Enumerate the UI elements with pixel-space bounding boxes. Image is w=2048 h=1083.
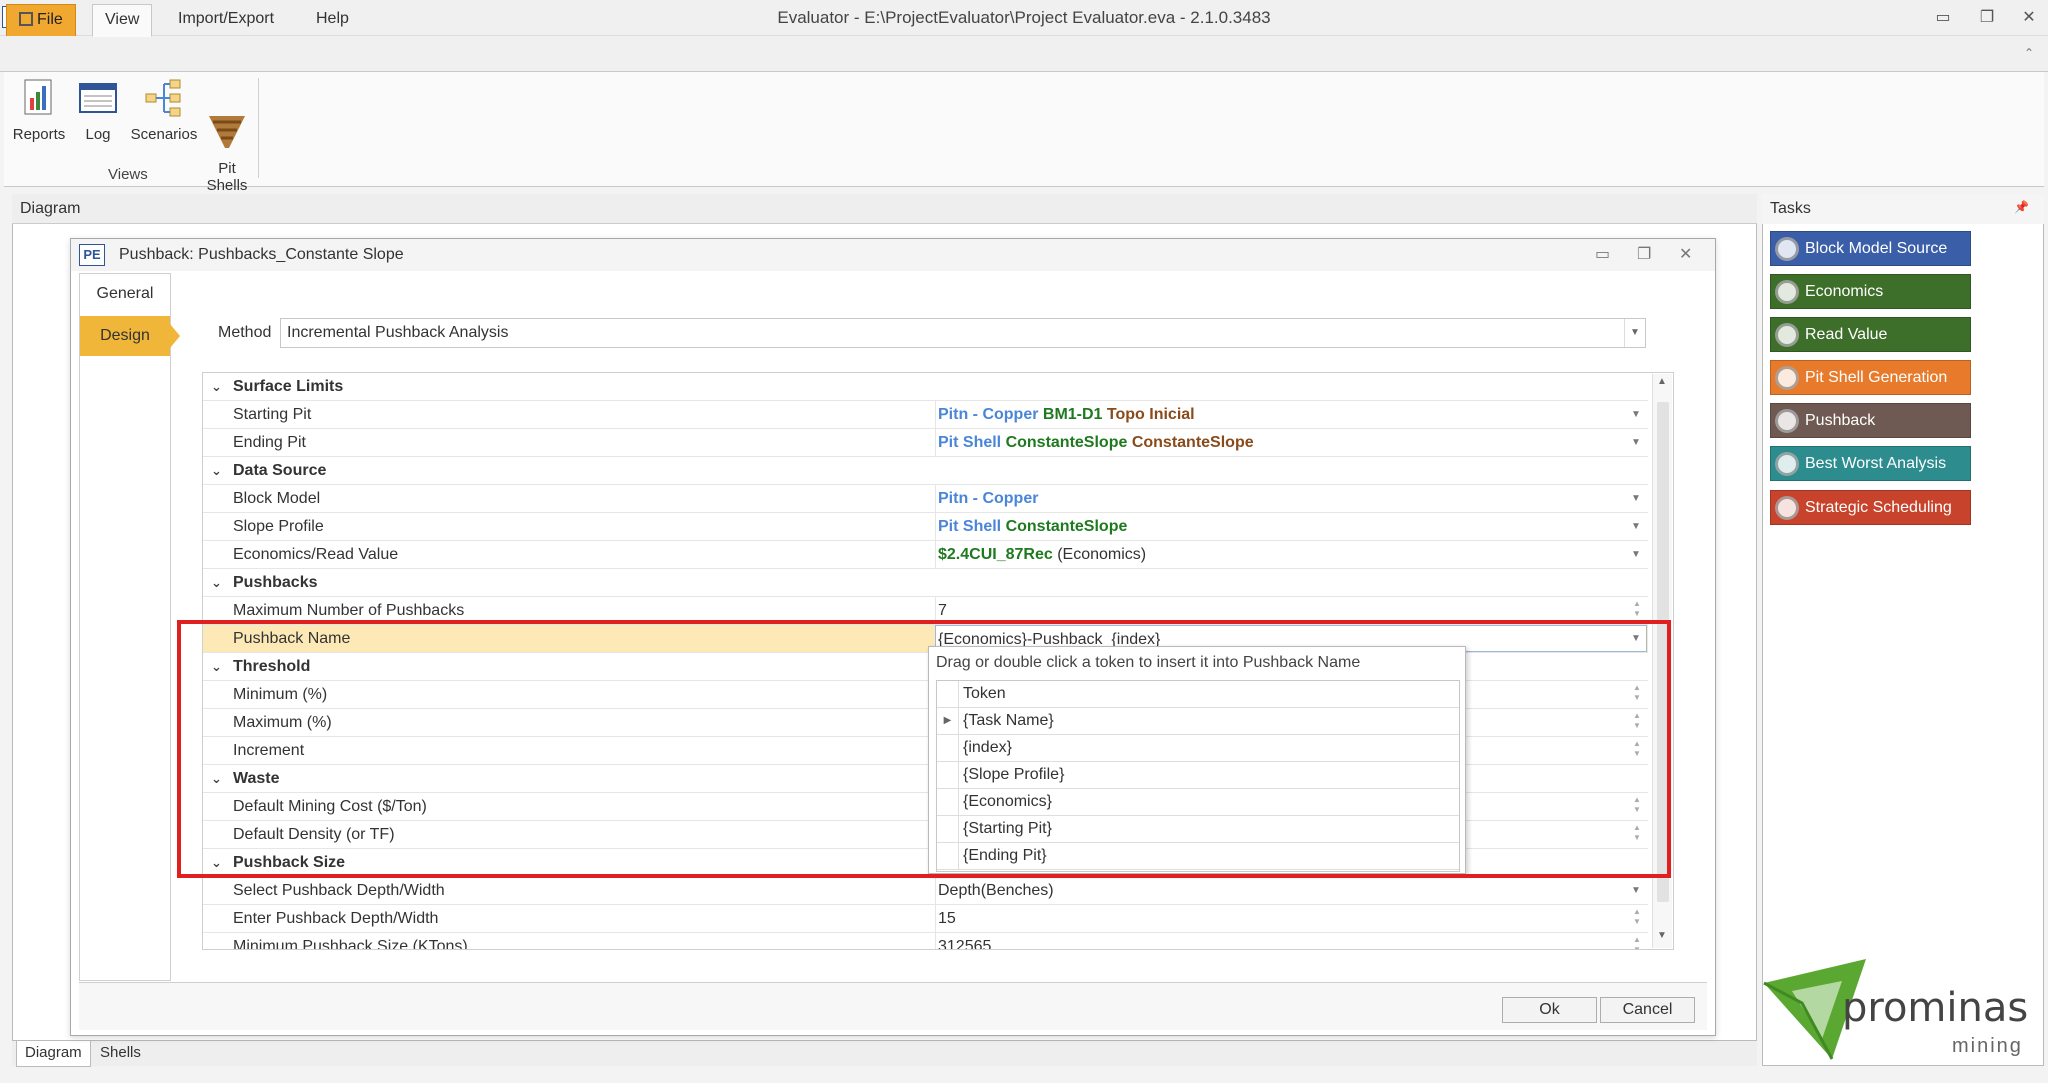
scenarios-icon [144, 78, 184, 118]
scroll-down-icon[interactable]: ▼ [1657, 930, 1667, 941]
ribbon-group-label: Views [108, 166, 148, 183]
chevron-down-icon[interactable]: ⌄ [211, 569, 222, 596]
log-icon [78, 78, 118, 118]
tasks-pane-title: Tasks [1762, 194, 2044, 224]
dropdown-icon[interactable]: ▼ [1625, 877, 1647, 904]
collapse-ribbon-icon[interactable]: ⌃ [2024, 46, 2034, 60]
dialog-footer [79, 982, 1707, 1030]
pushback-icon [1775, 409, 1799, 433]
method-select[interactable]: Incremental Pushback Analysis [280, 318, 1646, 348]
method-dropdown-icon[interactable]: ▼ [1624, 319, 1645, 347]
dialog-minimize-icon[interactable]: ▭ [1595, 239, 1610, 271]
category-surface-limits[interactable]: ⌄ Surface Limits [203, 373, 1648, 401]
dialog-title: Pushback: Pushbacks_Constante Slope [119, 246, 404, 263]
select-depth-value[interactable]: Depth(Benches) [935, 877, 1647, 904]
dropdown-icon[interactable]: ▼ [1625, 513, 1647, 540]
brand-sub: mining [1952, 1035, 2023, 1057]
scroll-up-icon[interactable]: ▲ [1657, 376, 1667, 387]
tab-diagram[interactable]: Diagram [16, 1041, 91, 1067]
minimize-icon[interactable]: ▭ [1928, 6, 1958, 30]
row-ending-pit[interactable]: Ending Pit Pit Shell ConstanteSlope Const… [203, 429, 1648, 457]
pit-shells-icon [207, 95, 247, 148]
chevron-down-icon[interactable]: ⌄ [211, 457, 222, 484]
side-tab-design[interactable]: Design [80, 316, 170, 356]
enter-depth-value[interactable]: 15 [935, 905, 1647, 932]
block-model-icon [1775, 237, 1799, 261]
scenarios-button[interactable]: Scenarios [124, 78, 204, 143]
file-menu-icon [19, 12, 33, 26]
tab-file[interactable]: File [6, 4, 76, 36]
pin-icon[interactable]: 📌 [2014, 200, 2029, 214]
brand-name: prominas [1842, 985, 2029, 1031]
reports-button[interactable]: Reports [8, 78, 70, 143]
task-strategic-scheduling[interactable]: Strategic Scheduling [1770, 490, 1971, 525]
slope-profile-value[interactable]: Pit Shell ConstanteSlope [935, 513, 1647, 540]
dropdown-icon[interactable]: ▼ [1625, 485, 1647, 512]
task-read-value[interactable]: Read Value [1770, 317, 1971, 352]
dropdown-icon[interactable]: ▼ [1625, 401, 1647, 428]
reports-icon [19, 78, 59, 118]
min-size-value[interactable]: 312565 [935, 933, 1647, 949]
task-best-worst-analysis[interactable]: Best Worst Analysis [1770, 446, 1971, 481]
economics-icon [1775, 280, 1799, 304]
row-min-size[interactable]: Minimum Pushback Size (KTons) 312565 ▲ ▼ [203, 933, 1648, 949]
row-economics-read-value[interactable]: Economics/Read Value $2.4CUI_87Rec (Econo… [203, 541, 1648, 569]
dropdown-icon[interactable]: ▼ [1625, 541, 1647, 568]
category-data-source[interactable]: ⌄ Data Source [203, 457, 1648, 485]
dialog-sidebar [79, 273, 171, 981]
ribbon-panel: Reports Log Scenarios Pit Shells [4, 72, 2044, 194]
diagram-pane-title: Diagram [12, 194, 1757, 224]
read-value-icon [1775, 323, 1799, 347]
dialog-close-icon[interactable]: ✕ [1679, 239, 1692, 271]
category-pushbacks[interactable]: ⌄ Pushbacks [203, 569, 1648, 597]
task-block-model-source[interactable]: Block Model Source [1770, 231, 1971, 266]
chevron-down-icon[interactable]: ⌄ [211, 373, 222, 400]
dialog-title-bar: PE Pushback: Pushbacks_Constante Slope ▭… [71, 239, 1715, 271]
ribbon-group-separator [258, 78, 259, 178]
spinner-icon[interactable]: ▲ ▼ [1633, 599, 1641, 619]
dialog-logo-icon: PE [79, 244, 105, 266]
spinner-icon[interactable]: ▲ ▼ [1633, 935, 1641, 949]
row-enter-depth[interactable]: Enter Pushback Depth/Width 15 ▲ ▼ [203, 905, 1648, 933]
block-model-value[interactable]: Pitn - Copper [935, 485, 1647, 512]
task-pit-shell-generation[interactable]: Pit Shell Generation [1770, 360, 1971, 395]
active-tab-pointer [170, 324, 180, 348]
spinner-icon[interactable]: ▲ ▼ [1633, 907, 1641, 927]
ok-button[interactable]: Ok [1502, 997, 1597, 1023]
close-icon[interactable]: ✕ [2014, 6, 2044, 30]
tab-import-export[interactable]: Import/Export [166, 4, 286, 36]
tab-shells[interactable]: Shells [92, 1041, 149, 1067]
row-block-model[interactable]: Block Model Pitn - Copper ▼ [203, 485, 1648, 513]
strategic-scheduling-icon [1775, 496, 1799, 520]
row-slope-profile[interactable]: Slope Profile Pit Shell ConstanteSlope ▼ [203, 513, 1648, 541]
ribbon-tab-bar [0, 36, 2048, 72]
dialog-maximize-icon[interactable]: ❐ [1637, 239, 1651, 271]
row-select-depth[interactable]: Select Pushback Depth/Width Depth(Benches… [203, 877, 1648, 905]
tab-help[interactable]: Help [304, 4, 361, 36]
row-starting-pit[interactable]: Starting Pit Pitn - Copper BM1-D1 Topo In… [203, 401, 1648, 429]
tab-view[interactable]: View [92, 4, 153, 37]
task-pushback[interactable]: Pushback [1770, 403, 1971, 438]
log-button[interactable]: Log [72, 78, 124, 143]
cancel-button[interactable]: Cancel [1600, 997, 1695, 1023]
ending-pit-value[interactable]: Pit Shell ConstanteSlope ConstanteSlope [935, 429, 1647, 456]
best-worst-icon [1775, 452, 1799, 476]
pit-shells-button[interactable]: Pit Shells [200, 78, 254, 194]
pit-shell-icon [1775, 366, 1799, 390]
method-label: Method [218, 324, 272, 341]
task-economics[interactable]: Economics [1770, 274, 1971, 309]
highlight-box [177, 620, 1671, 878]
dropdown-icon[interactable]: ▼ [1625, 429, 1647, 456]
starting-pit-value[interactable]: Pitn - Copper BM1-D1 Topo Inicial [935, 401, 1647, 428]
bottom-tab-bar: Diagram Shells [12, 1040, 1757, 1067]
economics-value[interactable]: $2.4CUI_87Rec (Economics) [935, 541, 1647, 568]
restore-icon[interactable]: ❐ [1972, 6, 2002, 30]
side-tab-general[interactable]: General [80, 274, 170, 314]
brand-logo: prominas mining [1762, 955, 2044, 1065]
